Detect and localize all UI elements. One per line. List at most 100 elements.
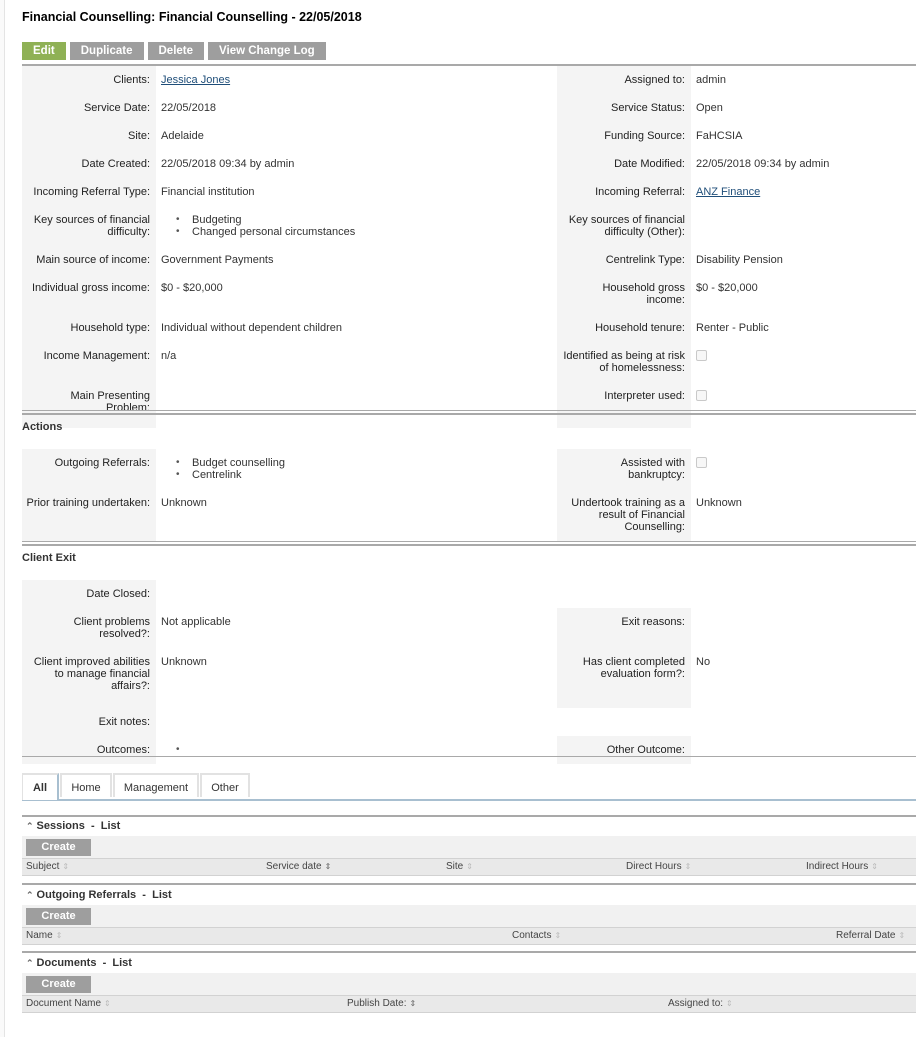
service-status-label: Service Status: [557,94,691,122]
household-gross-income-label: Household gross income: [557,274,691,314]
detail-row: Outgoing Referrals: Budget counselling C… [22,449,916,489]
interpreter-used-label: Interpreter used: [557,382,691,428]
view-change-log-button[interactable]: View Change Log [208,42,326,60]
tab-all[interactable]: All [22,773,59,800]
detail-row: Date Closed: [22,580,916,608]
column-header-referral-date[interactable]: Referral Date ⇕ [836,930,905,941]
documents-list-link[interactable]: List [112,957,132,969]
key-sources-other-label: Key sources of financial difficulty (Oth… [557,206,691,246]
incoming-referral-type-label: Incoming Referral Type: [22,178,156,206]
individual-gross-income-label: Individual gross income: [22,274,156,314]
actions-title: Actions [22,421,63,433]
detail-row: Household type: Individual without depen… [22,314,916,342]
date-created-label: Date Created: [22,150,156,178]
tab-other[interactable]: Other [200,773,250,797]
outcomes-list [161,744,552,756]
key-sources-label: Key sources of financial difficulty: [22,206,156,246]
detail-row: Main Presenting Problem: Interpreter use… [22,382,916,428]
list-item: Budget counselling [176,457,552,469]
outgoing-referrals-subpanel: ⌃ Outgoing Referrals - List Create Name ⇕ … [22,885,916,945]
list-item: Budgeting [176,214,552,226]
documents-create-button[interactable]: Create [26,976,91,993]
date-created-value: 22/05/2018 09:34 by admin [161,158,295,170]
page-title: Financial Counselling: Financial Counsel… [22,10,362,24]
column-header-subject[interactable]: Subject ⇕ [26,861,69,872]
detail-row: Clients: Jessica Jones Assigned to: admi… [22,66,916,94]
tab-management[interactable]: Management [113,773,199,797]
incoming-referral-value: ANZ Finance [691,178,916,206]
sort-icon: ⇕ [104,999,111,1008]
outgoing-referrals-list: Budget counselling Centrelink [161,457,552,481]
outgoing-referrals-list-link[interactable]: List [152,889,172,901]
list-item: Changed personal circumstances [176,226,552,238]
duplicate-button[interactable]: Duplicate [69,42,144,60]
list-item [176,744,552,756]
documents-buttons-bar: Create [22,973,916,995]
detail-row: Service Date: 22/05/2018 Service Status:… [22,94,916,122]
documents-column-headers: Document Name ⇕ Publish Date: ⇕ Assigned t… [22,995,916,1013]
date-closed-value [156,580,557,608]
column-header-service-date[interactable]: Service date ⇕ [266,861,331,872]
outgoing-referrals-header[interactable]: ⌃ Outgoing Referrals - List [22,885,916,905]
documents-header[interactable]: ⌃ Documents - List [22,953,916,973]
client-link[interactable]: Jessica Jones [161,74,230,86]
sessions-header[interactable]: ⌃ Sessions - List [22,816,916,836]
left-edge [0,0,5,1037]
outgoing-referrals-create-button[interactable]: Create [26,908,91,925]
column-header-name[interactable]: Name ⇕ [26,930,62,941]
detail-row: Key sources of financial difficulty: Bud… [22,206,916,246]
delete-button[interactable]: Delete [147,42,205,60]
clients-label: Clients: [22,66,156,94]
detail-row: Date Created: 22/05/2018 09:34 by admin … [22,150,916,178]
prior-training-label: Prior training undertaken: [22,489,156,541]
column-header-direct-hours[interactable]: Direct Hours ⇕ [626,861,691,872]
outgoing-referrals-column-headers: Name ⇕ Contacts ⇕ Referral Date ⇕ [22,927,916,945]
sort-icon: ⇕ [55,931,63,940]
centrelink-type-label: Centrelink Type: [557,246,691,274]
collapse-icon[interactable]: ⌃ [26,953,34,973]
clients-value: Jessica Jones [156,66,557,94]
tab-home[interactable]: Home [60,773,112,797]
exit-reasons-label: Exit reasons: [557,608,691,648]
sessions-list-link[interactable]: List [101,820,121,832]
collapse-icon[interactable]: ⌃ [26,816,34,836]
detail-row: Client improved abilities to manage fina… [22,648,916,708]
column-header-assigned-to[interactable]: Assigned to: ⇕ [668,998,733,1009]
household-type-value: Individual without dependent children [161,322,343,334]
sessions-create-button[interactable]: Create [26,839,91,856]
sort-icon: ⇕ [466,862,473,871]
outgoing-referrals-value: Budget counselling Centrelink [156,449,557,489]
key-sources-list: Budgeting Changed personal circumstances [161,214,552,238]
key-sources-value: Budgeting Changed personal circumstances [156,206,557,246]
undertook-training-label: Undertook training as a result of Financ… [557,489,691,541]
sessions-buttons-bar: Create [22,836,916,858]
column-header-publish-date[interactable]: Publish Date: ⇕ [347,998,416,1009]
detail-row: Prior training undertaken: Unknown Under… [22,489,916,541]
sort-icon: ⇕ [898,931,906,940]
separator: - [102,957,107,969]
assisted-bankruptcy-checkbox [696,457,707,468]
date-modified-value: 22/05/2018 09:34 by admin [696,158,830,170]
improved-abilities-value: Unknown [161,656,207,668]
main-source-income-label: Main source of income: [22,246,156,274]
column-header-site[interactable]: Site ⇕ [446,861,473,872]
subpanel-tabs: All Home Management Other [22,773,916,801]
assisted-bankruptcy-label: Assisted with bankruptcy: [557,449,691,489]
column-header-indirect-hours[interactable]: Indirect Hours ⇕ [806,861,878,872]
incoming-referral-link[interactable]: ANZ Finance [696,186,760,198]
key-sources-other-value [691,206,916,246]
service-date-value: 22/05/2018 [161,102,217,114]
income-management-label: Income Management: [22,342,156,382]
edit-button[interactable]: Edit [22,42,66,60]
sessions-title: Sessions [36,820,85,832]
risk-homelessness-label: Identified as being at risk of homelessn… [557,342,691,382]
sort-icon: ⇕ [554,931,562,940]
income-management-value: n/a [161,350,177,362]
documents-title: Documents [36,957,97,969]
sort-icon: ⇕ [726,999,733,1008]
collapse-icon[interactable]: ⌃ [26,885,34,905]
sessions-subpanel: ⌃ Sessions - List Create Subject ⇕ Service… [22,816,916,876]
client-exit-title: Client Exit [22,552,76,564]
column-header-contacts[interactable]: Contacts ⇕ [512,930,561,941]
column-header-document-name[interactable]: Document Name ⇕ [26,998,111,1009]
